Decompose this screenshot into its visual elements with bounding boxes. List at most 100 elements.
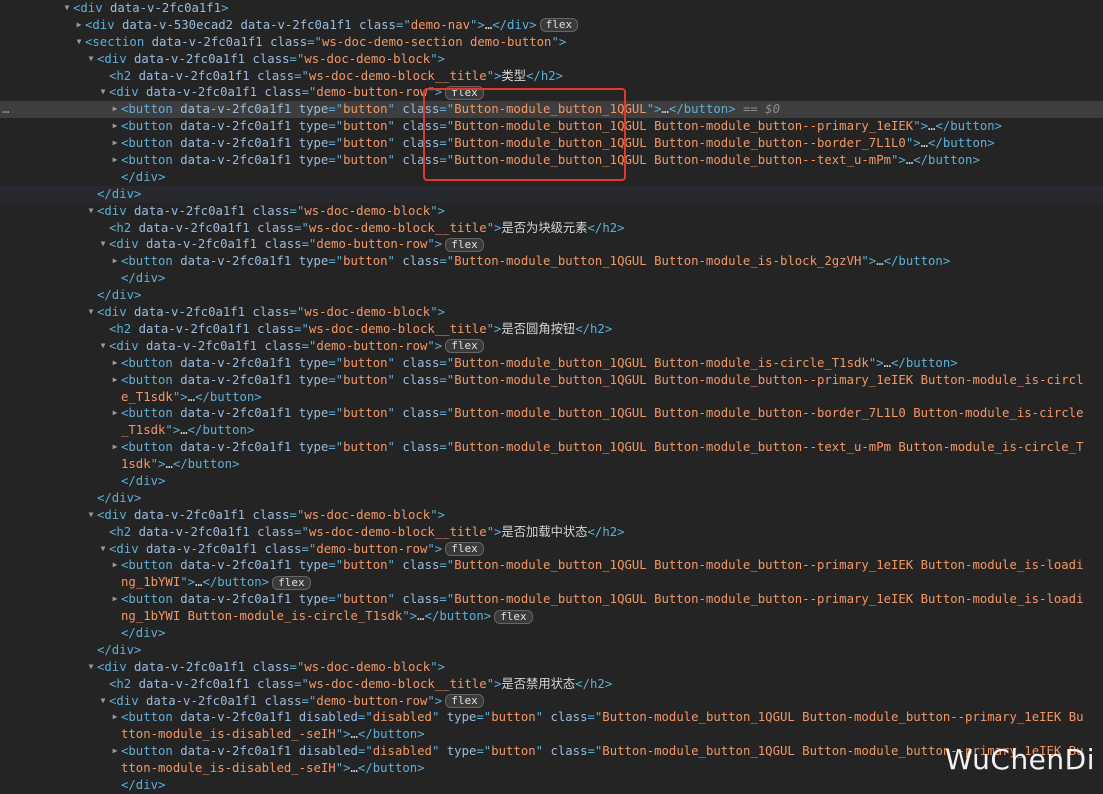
expanded-triangle-icon[interactable]: ▼ [98,236,108,253]
token-tag: =" [289,51,305,66]
token-tag: "> [430,659,445,674]
token-val: demo-nav [410,17,471,32]
collapsed-triangle-icon[interactable]: ▶ [110,253,120,270]
expanded-triangle-icon[interactable]: ▼ [98,338,108,355]
collapsed-triangle-icon[interactable]: ▶ [110,743,120,760]
token-tag: </h2> [575,676,613,691]
tree-node[interactable]: ▶ <div data-v-530ecad2 data-v-2fc0a1f1 cl… [0,17,1103,34]
token-val: demo-button-row [316,85,428,100]
collapsed-triangle-icon[interactable]: ▶ [110,405,120,422]
collapsed-triangle-icon[interactable]: ▶ [110,372,120,389]
collapsed-triangle-icon[interactable]: ▶ [110,135,120,152]
flex-badge[interactable]: flex [445,694,484,709]
tree-node[interactable]: </div> [0,473,1103,490]
token-tag: =" [289,305,305,320]
expanded-triangle-icon[interactable]: ▼ [62,0,72,17]
collapsed-triangle-icon[interactable]: ▶ [74,17,84,34]
tree-node[interactable]: ▶ <button data-v-2fc0a1f1 type="button" c… [0,372,1103,406]
token-tag: =" [328,355,344,370]
tree-node[interactable]: </div> [0,642,1103,659]
token-attr: data-v-2fc0a1f1 class [146,693,302,708]
token-tag: =" [328,102,344,117]
flex-badge[interactable]: flex [445,237,484,252]
collapsed-triangle-icon[interactable]: ▶ [110,152,120,169]
flex-badge[interactable]: flex [445,339,484,354]
token-val: ws-doc-demo-block [304,51,431,66]
expanded-triangle-icon[interactable]: ▼ [86,203,96,220]
tree-node[interactable]: <h2 data-v-2fc0a1f1 class="ws-doc-demo-b… [0,676,1103,693]
tree-node[interactable]: ▼ <div data-v-2fc0a1f1 class="ws-doc-demo… [0,507,1103,524]
tree-node[interactable]: ▶ <button data-v-2fc0a1f1 type="button" c… [0,355,1103,372]
token-tag: </div> [121,271,166,286]
token-tag: <button [121,102,181,117]
tree-node[interactable]: ▶ <button data-v-2fc0a1f1 disabled="disab… [0,709,1103,743]
token-tag: =" [328,592,344,607]
collapsed-triangle-icon[interactable]: ▶ [110,355,120,372]
red-highlight-box [423,88,626,181]
token-attr: data-v-2fc0a1f1 type [180,136,329,151]
expanded-triangle-icon[interactable]: ▼ [86,304,96,321]
token-tag: =" [439,254,455,269]
tree-node[interactable]: ▶ <button data-v-2fc0a1f1 type="button" c… [0,591,1103,625]
tree-node[interactable]: </div> [0,490,1103,507]
token-val: button [343,153,388,168]
token-attr: class [550,744,588,759]
collapsed-triangle-icon[interactable]: ▶ [110,439,120,456]
tree-node[interactable]: ▼ <div data-v-2fc0a1f1> [0,0,1103,17]
flex-badge[interactable]: flex [272,575,311,590]
collapsed-triangle-icon[interactable]: ▶ [110,709,120,726]
collapsed-triangle-icon[interactable]: ▶ [110,101,120,118]
flex-badge[interactable]: flex [539,18,579,33]
tree-node[interactable]: <h2 data-v-2fc0a1f1 class="ws-doc-demo-b… [0,68,1103,85]
token-tag: " [387,440,403,455]
expanded-triangle-icon[interactable]: ▼ [86,507,96,524]
tree-node[interactable]: ▼ <div data-v-2fc0a1f1 class="ws-doc-demo… [0,659,1103,676]
tree-node[interactable]: ▶ <button data-v-2fc0a1f1 type="button" c… [0,405,1103,439]
tree-node[interactable]: ▼ <div data-v-2fc0a1f1 class="ws-doc-demo… [0,304,1103,321]
tree-node[interactable]: ▼ <div data-v-2fc0a1f1 class="ws-doc-demo… [0,203,1103,220]
tree-node[interactable]: ▼ <div data-v-2fc0a1f1 class="demo-button… [0,338,1103,355]
token-val: button [491,710,536,725]
token-attr: data-v-2fc0a1f1 class [138,321,295,336]
token-tag: <div [109,693,147,708]
expanded-triangle-icon[interactable]: ▼ [86,659,96,676]
token-attr: data-v-2fc0a1f1 type [180,119,329,134]
tree-node[interactable]: </div> [0,270,1103,287]
token-tag: <button [121,136,181,151]
tree-node[interactable]: <h2 data-v-2fc0a1f1 class="ws-doc-demo-b… [0,321,1103,338]
expanded-triangle-icon[interactable]: ▼ [98,84,108,101]
expanded-triangle-icon[interactable]: ▼ [86,51,96,68]
tree-node[interactable]: ▶ <button data-v-2fc0a1f1 disabled="disab… [0,743,1103,777]
tree-node[interactable]: ▶ <button data-v-2fc0a1f1 type="button" c… [0,439,1103,473]
tree-node[interactable]: ▼ <div data-v-2fc0a1f1 class="ws-doc-demo… [0,51,1103,68]
token-attr: data-v-2fc0a1f1 type [180,355,329,370]
token-tag: </button> [357,761,425,776]
tree-node[interactable]: </div> [0,625,1103,642]
expanded-triangle-icon[interactable]: ▼ [98,693,108,710]
token-tag: " [387,355,403,370]
token-tag: </h2> [575,321,613,336]
tree-node[interactable]: </div> [0,287,1103,304]
tree-node[interactable]: ▶ <button data-v-2fc0a1f1 type="button" c… [0,557,1103,591]
tree-node[interactable]: ▼ <section data-v-2fc0a1f1 class="ws-doc-… [0,34,1103,51]
expanded-triangle-icon[interactable]: ▼ [74,34,84,51]
tree-node[interactable]: ▶ <button data-v-2fc0a1f1 type="button" c… [0,253,1103,270]
flex-badge[interactable]: flex [494,609,533,624]
token-tag: "> [165,423,181,438]
tree-node[interactable]: </div> [0,185,1103,203]
tree-node[interactable]: ▼ <div data-v-2fc0a1f1 class="demo-button… [0,693,1103,710]
collapsed-triangle-icon[interactable]: ▶ [110,591,120,608]
tree-node[interactable]: <h2 data-v-2fc0a1f1 class="ws-doc-demo-b… [0,524,1103,541]
flex-badge[interactable]: flex [445,542,484,557]
token-val: button [343,119,388,134]
tree-node[interactable]: ▼ <div data-v-2fc0a1f1 class="demo-button… [0,541,1103,558]
token-tag: "> [172,389,188,404]
token-val: ws-doc-demo-block__title [308,524,487,539]
collapsed-triangle-icon[interactable]: ▶ [110,118,120,135]
expanded-triangle-icon[interactable]: ▼ [98,541,108,558]
tree-node[interactable]: ▼ <div data-v-2fc0a1f1 class="demo-button… [0,236,1103,253]
token-tag: " [387,406,403,421]
more-options-icon[interactable]: … [2,101,9,118]
tree-node[interactable]: <h2 data-v-2fc0a1f1 class="ws-doc-demo-b… [0,220,1103,237]
collapsed-triangle-icon[interactable]: ▶ [110,557,120,574]
